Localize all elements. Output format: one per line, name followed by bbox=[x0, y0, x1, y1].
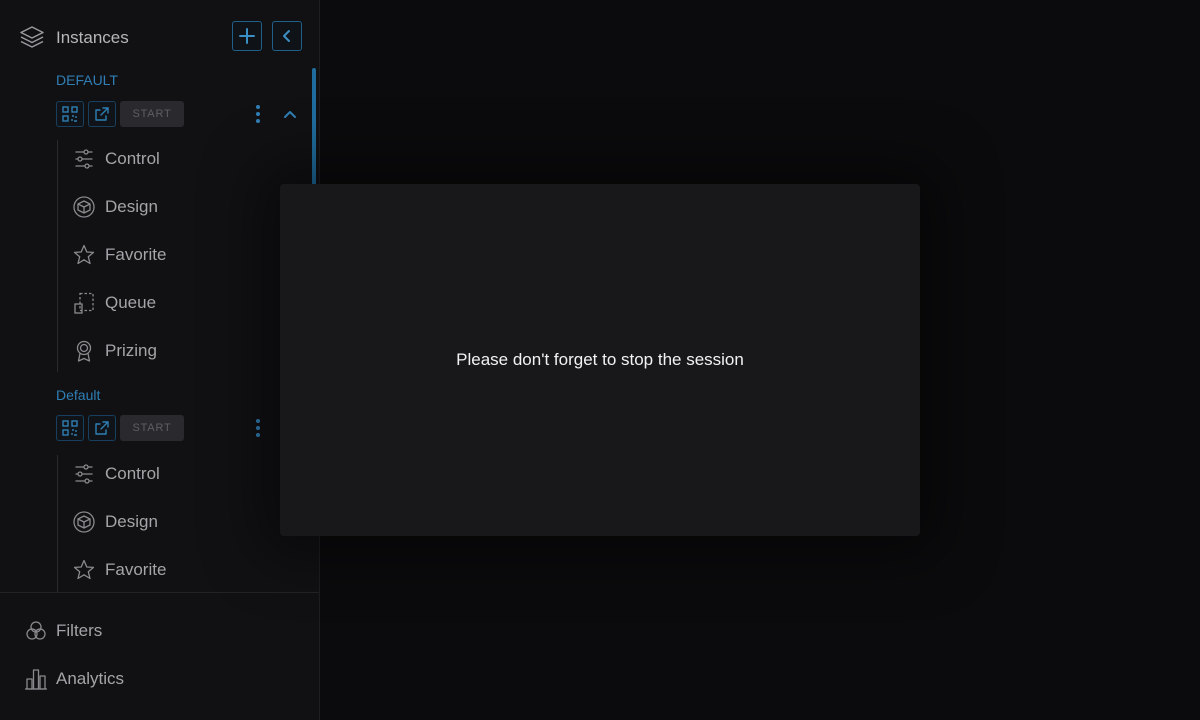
nav-item-label: Prizing bbox=[105, 341, 157, 360]
award-icon bbox=[72, 339, 96, 363]
start-button[interactable]: START bbox=[120, 415, 184, 441]
nav-item-filters[interactable]: Filters bbox=[24, 613, 304, 649]
bar-chart-icon bbox=[24, 667, 48, 691]
nav-item-label: Filters bbox=[56, 621, 103, 640]
cube-icon bbox=[72, 510, 96, 534]
sliders-icon bbox=[72, 462, 96, 486]
cube-icon bbox=[72, 195, 96, 219]
add-instance-button[interactable] bbox=[232, 21, 262, 51]
nav-item-design[interactable]: Design bbox=[72, 504, 302, 540]
sidebar: Instances DEFAULT START Control Design F… bbox=[0, 0, 320, 720]
external-link-icon bbox=[94, 420, 110, 436]
external-link-icon bbox=[94, 106, 110, 122]
nav-item-queue[interactable]: Queue bbox=[72, 285, 302, 321]
tree-guide-line bbox=[57, 140, 58, 372]
chevron-up-icon[interactable] bbox=[282, 106, 298, 122]
nav-item-design[interactable]: Design bbox=[72, 189, 302, 225]
nav-item-control[interactable]: Control bbox=[72, 456, 302, 492]
instance-group-label: DEFAULT bbox=[56, 72, 118, 88]
star-icon bbox=[72, 243, 96, 267]
layers-icon bbox=[19, 24, 45, 50]
collapse-sidebar-button[interactable] bbox=[272, 21, 302, 51]
sidebar-title: Instances bbox=[56, 28, 129, 47]
chevron-left-icon bbox=[280, 29, 294, 43]
nav-item-label: Analytics bbox=[56, 669, 125, 688]
instance-actions-row: START bbox=[56, 101, 316, 129]
sidebar-header: Instances bbox=[0, 0, 319, 70]
instance-actions-row: START bbox=[56, 415, 316, 443]
qr-code-button[interactable] bbox=[56, 415, 84, 441]
session-reminder-dialog: Please don't forget to stop the session bbox=[280, 184, 920, 536]
nav-item-label: Favorite bbox=[105, 560, 167, 579]
instance-group-label: Default bbox=[56, 387, 101, 403]
filters-icon bbox=[24, 619, 48, 643]
nav-item-label: Control bbox=[105, 464, 160, 483]
sliders-icon bbox=[72, 147, 96, 171]
start-button[interactable]: START bbox=[120, 101, 184, 127]
nav-item-favorite[interactable]: Favorite bbox=[72, 552, 302, 588]
open-external-button[interactable] bbox=[88, 415, 116, 441]
nav-item-favorite[interactable]: Favorite bbox=[72, 237, 302, 273]
more-options-icon[interactable] bbox=[252, 418, 264, 438]
nav-item-label: Design bbox=[105, 512, 158, 531]
nav-item-analytics[interactable]: Analytics bbox=[24, 661, 304, 697]
nav-item-label: Control bbox=[105, 149, 160, 168]
open-external-button[interactable] bbox=[88, 101, 116, 127]
tree-guide-line bbox=[57, 455, 58, 592]
dialog-message: Please don't forget to stop the session bbox=[456, 350, 744, 369]
plus-icon bbox=[238, 27, 256, 45]
nav-item-label: Design bbox=[105, 197, 158, 216]
queue-icon bbox=[72, 291, 96, 315]
star-icon bbox=[72, 558, 96, 582]
nav-item-prizing[interactable]: Prizing bbox=[72, 333, 302, 369]
qr-code-icon bbox=[61, 419, 79, 437]
nav-item-label: Queue bbox=[105, 293, 157, 312]
nav-item-label: Favorite bbox=[105, 245, 167, 264]
qr-code-icon bbox=[61, 105, 79, 123]
more-options-icon[interactable] bbox=[252, 104, 264, 124]
nav-item-control[interactable]: Control bbox=[72, 141, 302, 177]
qr-code-button[interactable] bbox=[56, 101, 84, 127]
sidebar-divider bbox=[0, 592, 319, 593]
